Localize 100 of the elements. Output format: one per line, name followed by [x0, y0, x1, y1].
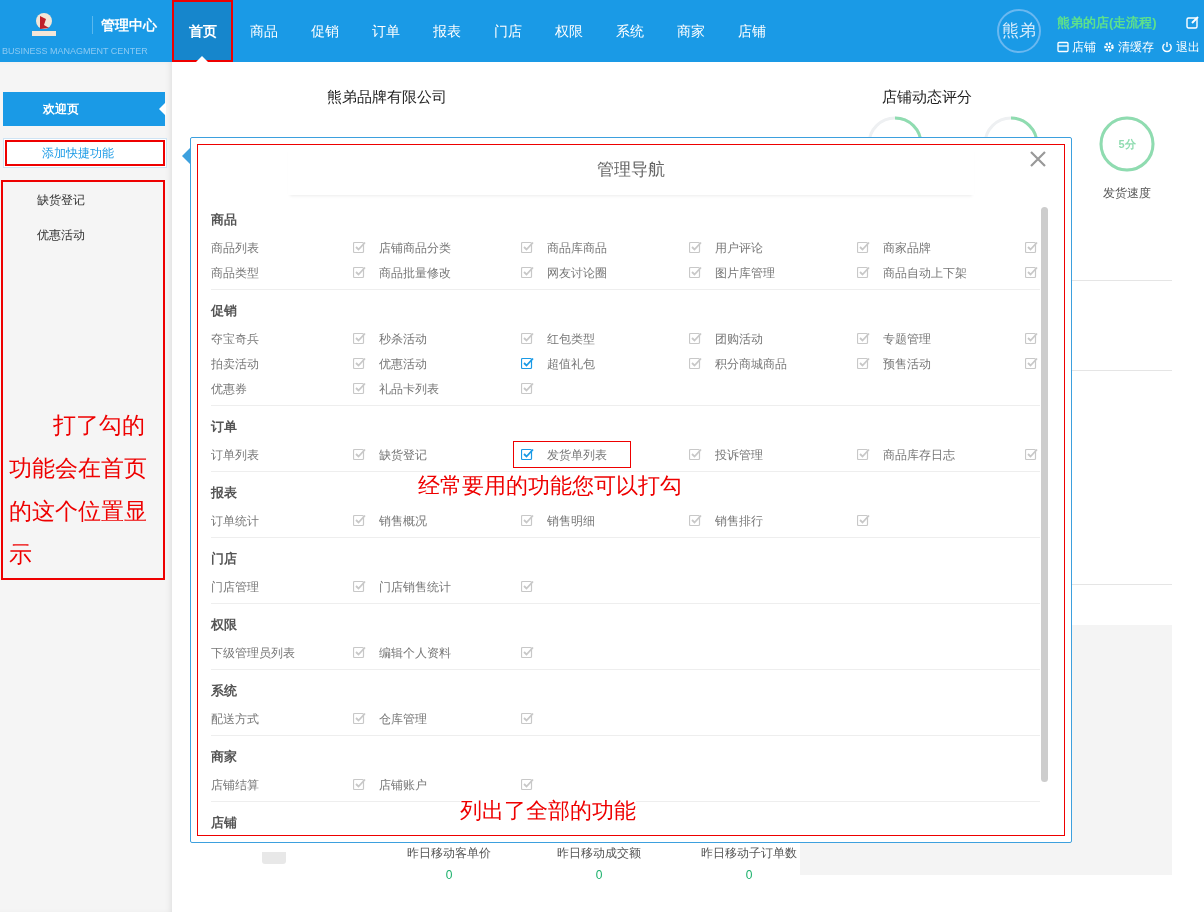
checkbox[interactable] [857, 357, 870, 370]
nav-item[interactable]: 用户评论 [715, 238, 857, 257]
checkbox[interactable] [689, 332, 702, 345]
nav-item[interactable]: 专题管理 [883, 329, 1025, 348]
nav-item[interactable]: 订单统计 [211, 511, 353, 530]
checkbox[interactable] [353, 266, 366, 279]
checkbox[interactable] [353, 580, 366, 593]
nav-item[interactable]: 积分商城商品 [715, 354, 857, 373]
close-icon[interactable] [1030, 151, 1046, 167]
checkbox[interactable] [353, 448, 366, 461]
checkbox[interactable] [353, 241, 366, 254]
checkbox[interactable] [353, 357, 366, 370]
nav-item[interactable]: 编辑个人资料 [379, 643, 521, 662]
nav-item[interactable]: 店铺商品分类 [379, 238, 521, 257]
stat-label: 昨日移动客单价 [407, 845, 491, 862]
nav-item[interactable]: 夺宝奇兵 [211, 329, 353, 348]
checkbox[interactable] [353, 778, 366, 791]
nav-item[interactable]: 订单列表 [211, 445, 353, 464]
nav-item[interactable]: 销售明细 [547, 511, 689, 530]
nav-item[interactable]: 超值礼包 [547, 354, 689, 373]
shortcut-item[interactable]: 优惠活动 [3, 217, 163, 252]
checkbox[interactable] [353, 712, 366, 725]
nav-tab[interactable]: 系统 [599, 0, 660, 62]
checkbox[interactable] [521, 382, 534, 395]
nav-item[interactable]: 店铺结算 [211, 775, 353, 794]
nav-tab[interactable]: 店铺 [721, 0, 782, 62]
nav-tab[interactable]: 门店 [477, 0, 538, 62]
checkbox[interactable] [1025, 266, 1038, 279]
nav-item[interactable]: 配送方式 [211, 709, 353, 728]
nav-item[interactable]: 商家品牌 [883, 238, 1025, 257]
checked-checkbox[interactable] [521, 448, 534, 461]
checkbox[interactable] [689, 241, 702, 254]
checkbox[interactable] [857, 241, 870, 254]
nav-tab[interactable]: 商品 [233, 0, 294, 62]
nav-item[interactable]: 商品自动上下架 [883, 263, 1025, 282]
nav-item[interactable]: 销售排行 [715, 511, 857, 530]
nav-item[interactable]: 预售活动 [883, 354, 1025, 373]
checkbox[interactable] [857, 332, 870, 345]
checkbox[interactable] [521, 778, 534, 791]
checkbox[interactable] [689, 448, 702, 461]
checkbox[interactable] [353, 646, 366, 659]
nav-item[interactable]: 秒杀活动 [379, 329, 521, 348]
scrollbar[interactable] [1041, 207, 1048, 782]
checkbox[interactable] [689, 266, 702, 279]
checkbox[interactable] [521, 646, 534, 659]
checkbox[interactable] [689, 514, 702, 527]
nav-item[interactable]: 门店销售统计 [379, 577, 521, 596]
nav-item[interactable]: 商品类型 [211, 263, 353, 282]
shortcut-item[interactable]: 缺货登记 [3, 182, 163, 217]
nav-tab[interactable]: 订单 [355, 0, 416, 62]
checkbox[interactable] [857, 448, 870, 461]
nav-item[interactable]: 团购活动 [715, 329, 857, 348]
nav-item[interactable]: 商品库商品 [547, 238, 689, 257]
checkbox[interactable] [353, 382, 366, 395]
checkbox[interactable] [521, 514, 534, 527]
nav-tab[interactable]: 商家 [660, 0, 721, 62]
checkbox[interactable] [1025, 332, 1038, 345]
checkbox[interactable] [1025, 448, 1038, 461]
checkbox[interactable] [353, 514, 366, 527]
nav-item[interactable]: 缺货登记 [379, 445, 521, 464]
nav-item[interactable]: 店铺账户 [379, 775, 521, 794]
checkbox[interactable] [353, 332, 366, 345]
checkbox[interactable] [1025, 241, 1038, 254]
checkbox[interactable] [689, 357, 702, 370]
nav-tab[interactable]: 报表 [416, 0, 477, 62]
checkbox[interactable] [521, 712, 534, 725]
nav-item[interactable]: 门店管理 [211, 577, 353, 596]
nav-item[interactable]: 拍卖活动 [211, 354, 353, 373]
checkbox[interactable] [521, 580, 534, 593]
checkbox[interactable] [521, 241, 534, 254]
add-shortcut-button[interactable]: 添加快捷功能 [3, 138, 167, 168]
nav-item[interactable]: 销售概况 [379, 511, 521, 530]
avatar[interactable]: 熊弟 [997, 9, 1041, 53]
nav-item[interactable]: 商品列表 [211, 238, 353, 257]
nav-item[interactable]: 礼品卡列表 [379, 379, 521, 398]
nav-item[interactable]: 优惠活动 [379, 354, 521, 373]
sidebar-item[interactable]: 欢迎页 [3, 92, 165, 126]
nav-tab[interactable]: 促销 [294, 0, 355, 62]
nav-item[interactable]: 下级管理员列表 [211, 643, 353, 662]
nav-item[interactable]: 优惠券 [211, 379, 353, 398]
nav-tab[interactable]: 首页 [172, 0, 233, 62]
checked-checkbox[interactable] [521, 357, 534, 370]
nav-item[interactable]: 投诉管理 [715, 445, 857, 464]
checkbox[interactable] [1025, 357, 1038, 370]
nav-tab[interactable]: 权限 [538, 0, 599, 62]
nav-item[interactable]: 发货单列表 [547, 445, 689, 464]
nav-item[interactable]: 商品库存日志 [883, 445, 1025, 464]
nav-item[interactable]: 商品批量修改 [379, 263, 521, 282]
checkbox[interactable] [521, 332, 534, 345]
checkbox[interactable] [857, 266, 870, 279]
nav-item[interactable]: 红包类型 [547, 329, 689, 348]
header-link[interactable]: 店铺 [1057, 37, 1096, 56]
nav-item[interactable]: 仓库管理 [379, 709, 521, 728]
checkbox[interactable] [521, 266, 534, 279]
checkbox[interactable] [857, 514, 870, 527]
header-link[interactable]: 清缓存 [1103, 37, 1154, 56]
nav-item[interactable]: 图片库管理 [715, 263, 857, 282]
nav-item[interactable]: 网友讨论圈 [547, 263, 689, 282]
edit-icon[interactable] [1186, 16, 1200, 30]
header-link[interactable]: 退出 [1161, 37, 1200, 56]
